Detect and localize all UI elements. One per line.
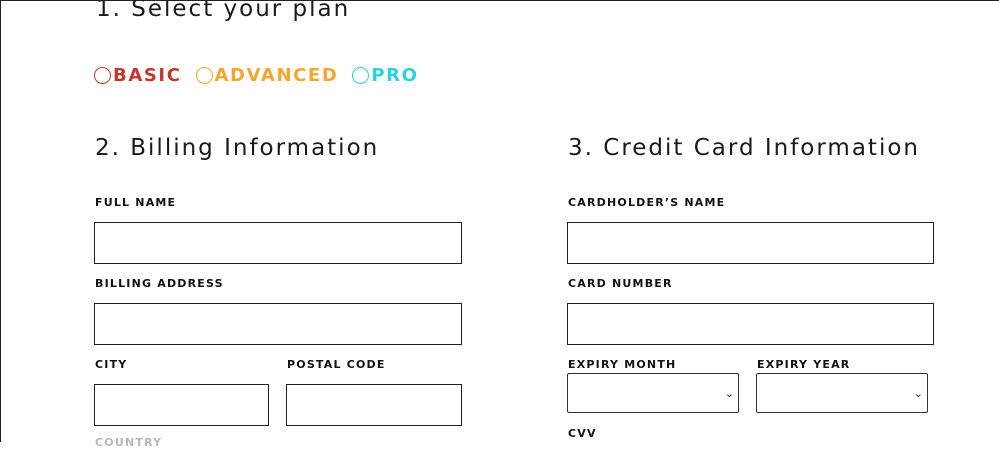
plan-section-title: 1. Select your plan [96, 0, 351, 22]
full-name-input[interactable] [94, 222, 462, 264]
expiry-month-select[interactable]: ⌄ [567, 373, 739, 413]
cardholder-name-input[interactable] [567, 222, 934, 264]
chevron-down-icon: ⌄ [724, 387, 734, 400]
plan-advanced-radio[interactable] [195, 66, 213, 84]
plan-selector: BASIC ADVANCED PRO [94, 63, 433, 87]
card-number-input[interactable] [567, 303, 934, 345]
card-section-title: 3. Credit Card Information [568, 135, 920, 161]
country-label: COUNTRY [95, 436, 163, 449]
plan-advanced-label: ADVANCED [214, 64, 339, 86]
billing-address-input[interactable] [94, 303, 462, 345]
city-label: CITY [95, 358, 128, 371]
cardholder-name-label: CARDHOLDER’S NAME [568, 196, 726, 209]
plan-option-basic[interactable]: BASIC [94, 65, 182, 86]
expiry-year-select[interactable]: ⌄ [756, 373, 928, 413]
cvv-label: CVV [568, 427, 597, 440]
card-number-label: CARD NUMBER [568, 277, 673, 290]
billing-section-title: 2. Billing Information [95, 135, 380, 161]
plan-pro-radio[interactable] [352, 66, 370, 84]
city-input[interactable] [94, 384, 269, 426]
postal-code-input[interactable] [286, 384, 462, 426]
plan-basic-radio[interactable] [94, 66, 111, 84]
expiry-year-label: EXPIRY YEAR [757, 358, 851, 371]
chevron-down-icon: ⌄ [913, 387, 923, 400]
plan-option-advanced[interactable]: ADVANCED [195, 64, 339, 86]
postal-code-label: POSTAL CODE [287, 358, 386, 371]
plan-pro-label: PRO [371, 64, 419, 86]
frame-left-border [0, 0, 1, 442]
expiry-month-label: EXPIRY MONTH [568, 358, 677, 371]
plan-option-pro[interactable]: PRO [352, 65, 418, 86]
full-name-label: FULL NAME [95, 196, 177, 209]
plan-basic-label: BASIC [113, 64, 182, 86]
billing-address-label: BILLING ADDRESS [95, 277, 224, 290]
